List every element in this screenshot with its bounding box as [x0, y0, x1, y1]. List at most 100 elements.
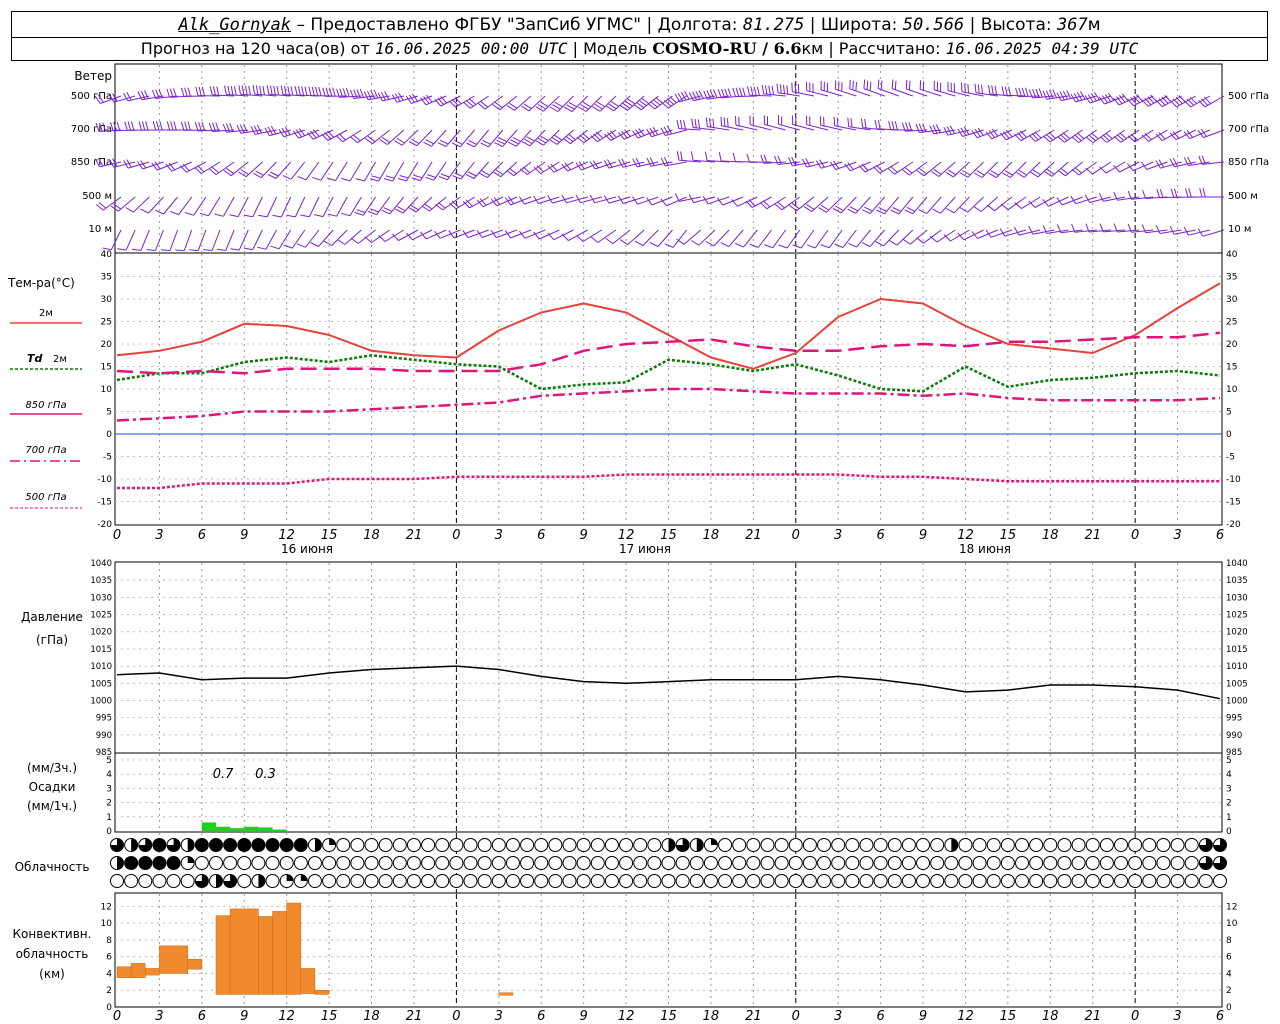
wind-barb	[1057, 129, 1083, 143]
barb-feather	[929, 235, 938, 243]
barb-feather	[705, 241, 715, 247]
cloud-symbol	[322, 874, 337, 888]
barb-staff	[349, 161, 362, 182]
wind-barb	[745, 196, 772, 208]
barb-staff	[280, 196, 292, 218]
cloud-symbol	[930, 874, 945, 888]
cloud-symbol	[1043, 838, 1058, 852]
barb-feather	[805, 158, 811, 167]
barb-feather	[888, 121, 892, 131]
wind-barb	[364, 129, 390, 145]
temp-ytick-left: 25	[101, 318, 112, 328]
barb-feather	[125, 207, 134, 213]
barb-feather	[905, 79, 908, 89]
barb-feather	[354, 211, 364, 216]
cloud-circle	[350, 838, 365, 852]
barb-feather	[904, 209, 914, 215]
cloud-symbol	[505, 838, 520, 852]
barb-feather	[847, 208, 856, 214]
cloud-symbol	[208, 874, 223, 888]
barb-feather	[266, 85, 270, 95]
barb-feather	[698, 90, 704, 99]
precip-panel: 0 0 1 1 2 2 3 3 4 4 5 5 0.7 0.3 (мм/3ч.) Осадки (мм/…	[27, 752, 1232, 837]
temp-ytick-right: -5	[1226, 453, 1235, 463]
barb-feather	[341, 177, 351, 182]
barb-feather	[201, 86, 206, 96]
cloud-circle	[619, 856, 634, 870]
cloud-symbol	[647, 856, 662, 870]
conv-bar	[229, 908, 259, 995]
wind-barb	[776, 83, 800, 97]
wind-barb	[720, 116, 744, 131]
barb-feather	[679, 119, 683, 129]
hour-tick-label: 12	[278, 1009, 295, 1024]
wind-barb	[932, 196, 956, 214]
wind-barb	[236, 123, 263, 134]
barb-feather	[243, 214, 253, 218]
cloud-circle	[1156, 874, 1171, 888]
cloud-fill	[131, 838, 138, 852]
wind-barb	[973, 196, 999, 212]
cloud-symbol	[251, 838, 266, 852]
cloud-symbol	[746, 856, 761, 870]
pressure-ytick-left: 1035	[90, 576, 112, 586]
wind-barb	[1169, 225, 1196, 235]
barb-feather	[425, 176, 435, 181]
barb-feather	[797, 83, 800, 93]
barb-staff	[923, 161, 942, 177]
barb-feather	[806, 244, 816, 249]
hour-tick-label: 3	[1173, 528, 1181, 543]
hour-tick-label: 6	[1216, 1009, 1224, 1024]
cloud-symbol	[703, 856, 718, 870]
barb-feather	[967, 83, 969, 94]
cloud-symbol	[1099, 856, 1114, 870]
cloud-symbol	[208, 838, 223, 852]
cloud-symbol	[421, 838, 436, 852]
barb-feather	[891, 79, 894, 89]
cloud-symbol	[548, 838, 563, 852]
barb-feather	[198, 86, 202, 96]
wind-barb	[960, 82, 984, 97]
wind-barb	[1002, 161, 1027, 178]
barb-feather	[988, 172, 997, 179]
barb-feather	[350, 237, 359, 244]
wind-barb	[479, 161, 504, 179]
barb-feather	[674, 193, 680, 202]
wind-barb	[1155, 159, 1182, 169]
cloud-symbol	[930, 856, 945, 870]
cloud-symbol	[859, 856, 874, 870]
cloud-fill	[668, 838, 676, 852]
pressure-panel: 985 985990 990995 9951000 10001005 10051010 10…	[21, 559, 1248, 758]
barb-feather	[1056, 197, 1063, 206]
barb-feather	[861, 209, 871, 215]
cloud-symbol	[788, 874, 803, 888]
cloud-circle	[873, 838, 888, 852]
barb-feather	[413, 174, 423, 179]
cloud-symbol	[958, 838, 973, 852]
hour-tick-label: 9	[919, 1009, 927, 1024]
cloud-circle	[548, 838, 563, 852]
legend-t500: 500 гПа	[10, 492, 82, 509]
cloud-circle	[1142, 856, 1157, 870]
barb-feather	[717, 89, 722, 99]
barb-feather	[720, 116, 723, 126]
cloud-fill	[286, 874, 294, 881]
cloud-circle	[1043, 874, 1058, 888]
barb-staff	[612, 229, 631, 244]
barb-feather	[732, 87, 736, 97]
cloud-circle	[237, 874, 252, 888]
wind-barb	[819, 116, 843, 131]
wind-level-500hpa-right: 500 гПа	[1228, 91, 1269, 102]
barb-feather	[300, 214, 310, 218]
wind-barb	[792, 115, 815, 131]
wind-barb	[988, 161, 1013, 179]
cloud-fill	[294, 838, 308, 852]
precip-ytick-left: 0	[106, 827, 112, 837]
cloud-circle	[421, 838, 436, 852]
pressure-ytick-right: 990	[1226, 731, 1242, 741]
cloud-symbol	[1085, 874, 1100, 888]
wind-barb	[946, 196, 970, 214]
barb-feather	[394, 208, 404, 214]
cloud-symbol	[703, 874, 718, 888]
wind-barb	[1156, 188, 1182, 199]
